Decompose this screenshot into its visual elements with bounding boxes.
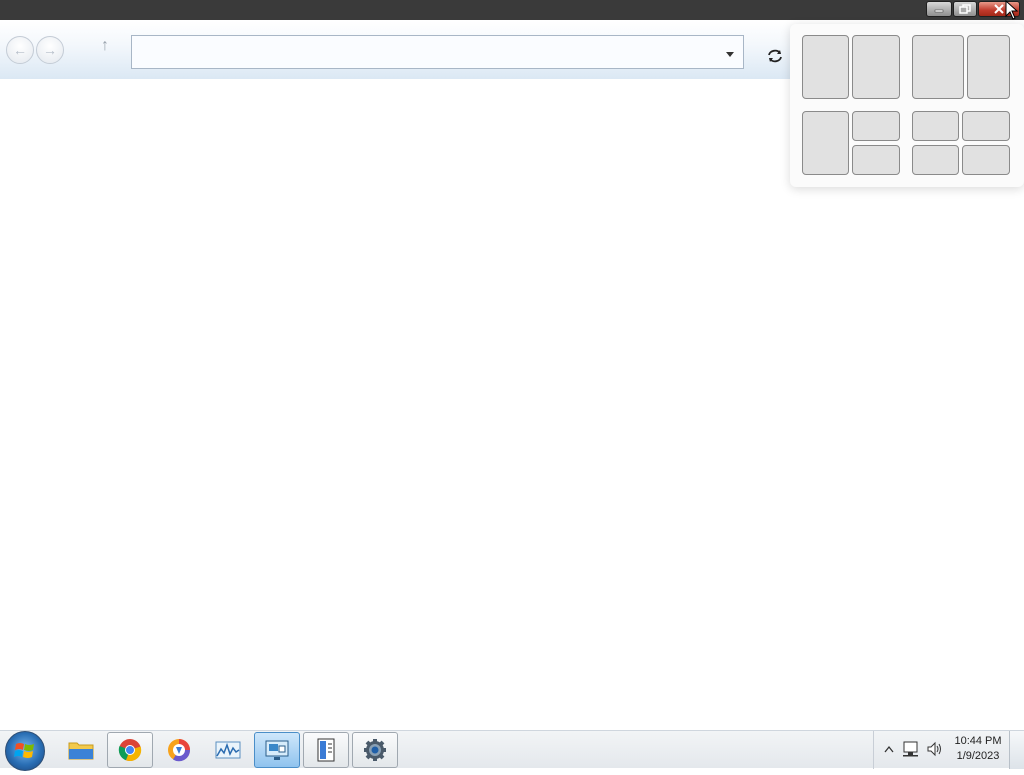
back-button[interactable]: ←	[6, 36, 34, 64]
address-input[interactable]	[132, 36, 724, 68]
taskbar-performance-monitor[interactable]	[205, 732, 251, 768]
window-title-bar	[0, 0, 1024, 20]
taskbar-browser[interactable]	[156, 732, 202, 768]
restore-icon	[959, 4, 971, 14]
close-icon	[994, 4, 1004, 14]
minimize-button[interactable]	[926, 1, 952, 17]
performance-monitor-icon	[215, 741, 241, 759]
remote-desktop-icon	[265, 740, 289, 760]
forward-button[interactable]: →	[36, 36, 64, 64]
taskbar-settings[interactable]	[352, 732, 398, 768]
taskbar-document-viewer[interactable]	[303, 732, 349, 768]
minimize-icon	[934, 9, 944, 13]
clock[interactable]: 10:44 PM 1/9/2023	[952, 734, 1004, 764]
start-button[interactable]	[5, 731, 45, 771]
mouse-cursor-icon	[1005, 0, 1019, 20]
chevron-down-icon	[726, 51, 734, 57]
volume-icon	[927, 741, 941, 757]
taskbar-chrome[interactable]	[107, 732, 153, 768]
clock-date: 1/9/2023	[956, 750, 1000, 762]
browser-icon	[168, 739, 191, 762]
show-desktop-button[interactable]	[1009, 731, 1024, 769]
up-arrow-icon: ↑	[101, 37, 109, 54]
taskbar-file-explorer[interactable]	[58, 732, 104, 768]
restore-button[interactable]	[953, 1, 977, 17]
refresh-icon	[768, 49, 782, 63]
address-dropdown-button[interactable]	[722, 49, 738, 59]
document-viewer-icon	[317, 738, 335, 762]
file-explorer-icon	[68, 742, 94, 760]
taskbar: 10:44 PM 1/9/2023	[0, 730, 1024, 771]
chrome-icon	[118, 739, 142, 762]
chevron-up-icon	[884, 745, 894, 753]
taskbar-remote-desktop[interactable]	[254, 732, 300, 768]
address-bar[interactable]	[131, 35, 744, 69]
back-arrow-icon: ←	[13, 42, 27, 58]
settings-gear-icon	[364, 739, 386, 761]
show-hidden-icons-button[interactable]	[883, 741, 895, 757]
volume-control[interactable]	[925, 741, 945, 757]
network-icon	[903, 741, 918, 757]
forward-arrow-icon: →	[43, 42, 57, 58]
windows-start-orb-icon	[14, 743, 34, 758]
refresh-button[interactable]	[764, 45, 786, 67]
up-button[interactable]: ↑	[96, 37, 114, 57]
clock-time: 10:44 PM	[954, 735, 1002, 747]
network-status[interactable]	[901, 741, 921, 757]
content-area	[0, 80, 1024, 730]
